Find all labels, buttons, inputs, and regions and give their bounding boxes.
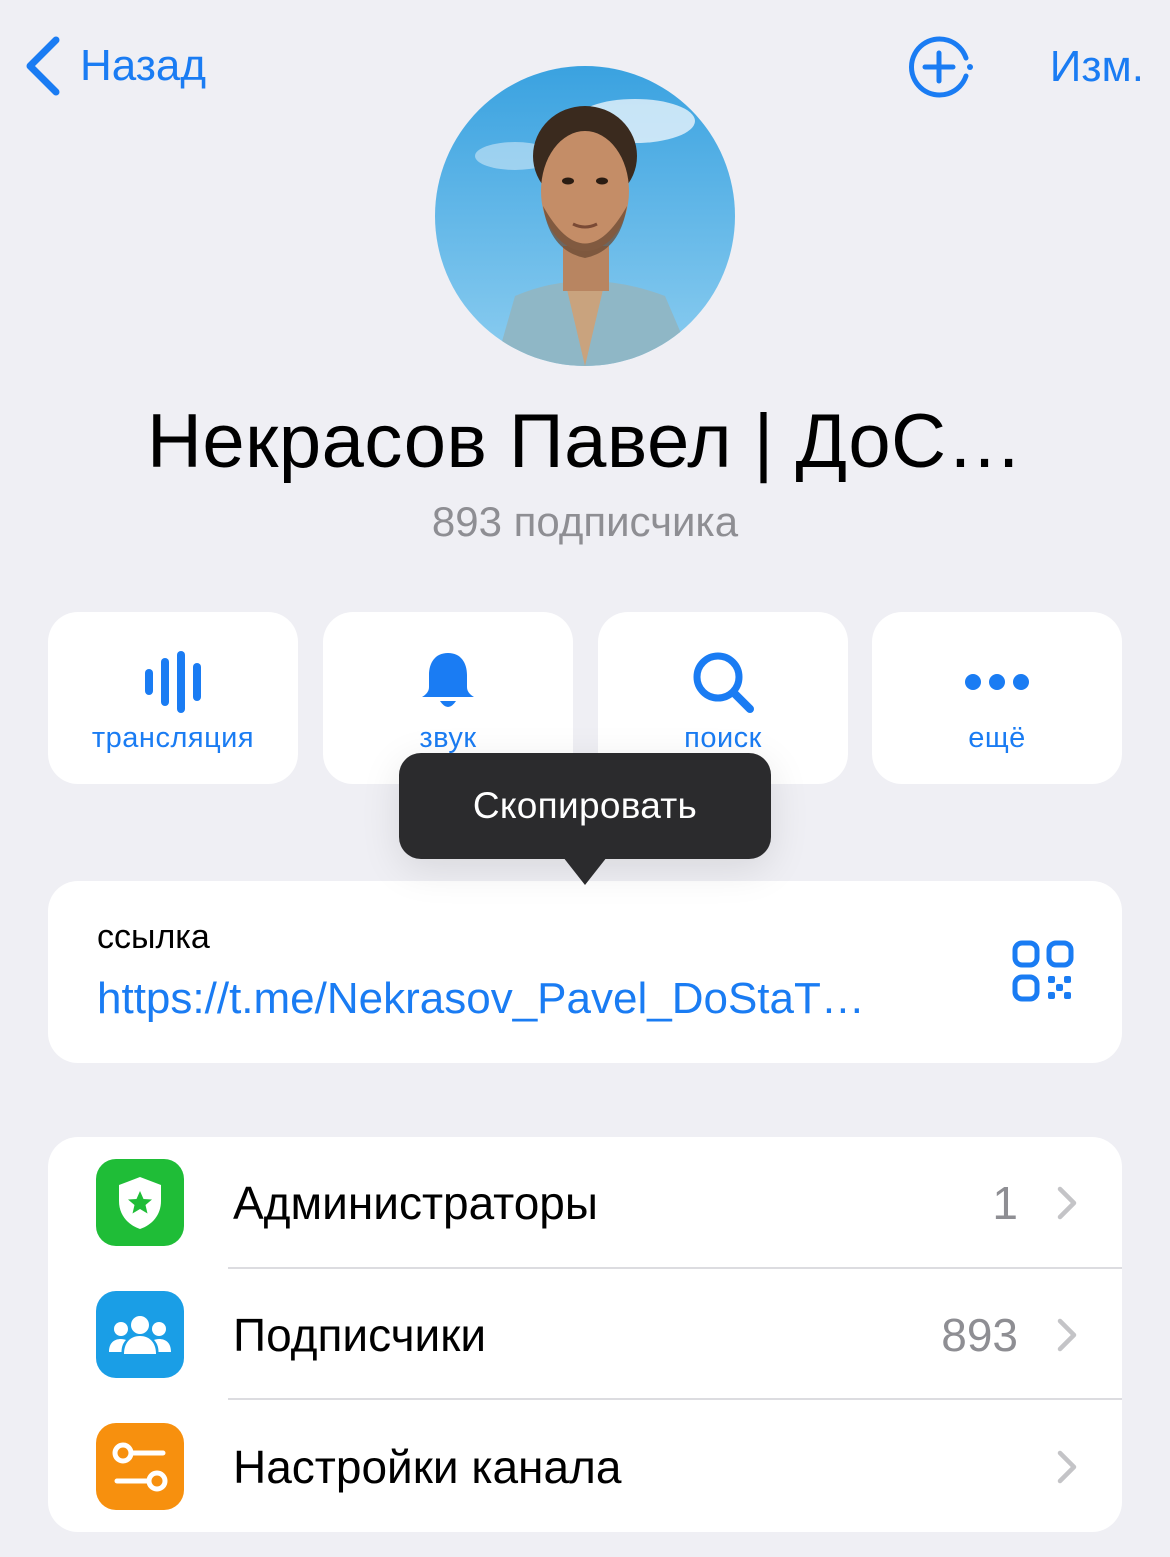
subscribers-icon xyxy=(96,1291,184,1378)
avatar-image xyxy=(435,66,735,366)
subscribers-row[interactable]: Подписчики 893 xyxy=(48,1269,1122,1400)
channel-settings-label: Настройки канала xyxy=(233,1440,622,1493)
qr-code-button[interactable] xyxy=(1012,940,1074,1002)
edit-button[interactable]: Изм. xyxy=(1050,36,1144,98)
search-label: поиск xyxy=(684,722,762,754)
subscribers-label: Подписчики xyxy=(233,1308,487,1361)
add-story-button[interactable] xyxy=(908,36,974,98)
chevron-right-icon xyxy=(1057,1318,1077,1352)
row-divider xyxy=(228,1398,1122,1400)
channel-subscriber-count: 893 подписчика xyxy=(431,498,739,545)
chevron-left-icon xyxy=(26,36,60,96)
admins-label: Администраторы xyxy=(233,1176,598,1229)
admins-row[interactable]: Администраторы 1 xyxy=(48,1137,1122,1268)
live-stream-button[interactable]: трансляция xyxy=(48,612,298,784)
tooltip-arrow xyxy=(563,857,607,885)
admins-count: 1 xyxy=(992,1176,1018,1229)
channel-title: Некрасов Павел | ДоС… xyxy=(146,399,1023,484)
back-button[interactable]: Назад xyxy=(20,30,206,102)
link-card xyxy=(48,881,1122,1063)
channel-avatar[interactable] xyxy=(435,66,735,366)
more-label: ещё xyxy=(968,722,1026,754)
bell-icon xyxy=(422,653,474,707)
more-button[interactable]: ещё xyxy=(872,612,1122,784)
channel-settings-row[interactable]: Настройки канала xyxy=(48,1401,1122,1532)
chevron-right-icon xyxy=(1057,1450,1077,1484)
qr-code-icon xyxy=(1012,940,1074,1002)
link-caption: ссылка xyxy=(97,918,210,956)
channel-settings-icon xyxy=(96,1423,184,1510)
subscribers-count: 893 xyxy=(941,1308,1018,1361)
back-button-label: Назад xyxy=(80,41,207,90)
admin-shield-icon xyxy=(96,1159,184,1246)
voice-chat-icon xyxy=(145,651,201,713)
live-stream-label: трансляция xyxy=(91,722,255,754)
sound-label: звук xyxy=(419,722,477,754)
more-icon xyxy=(965,674,1029,690)
channel-link[interactable]: https://t.me/Nekrasov_Pavel_DoStaT… xyxy=(97,974,865,1024)
search-icon xyxy=(693,652,754,713)
add-circle-icon xyxy=(908,36,973,98)
chevron-right-icon xyxy=(1057,1186,1077,1220)
copy-tooltip-label: Скопировать xyxy=(472,785,698,826)
copy-tooltip[interactable]: Скопировать xyxy=(399,753,771,859)
